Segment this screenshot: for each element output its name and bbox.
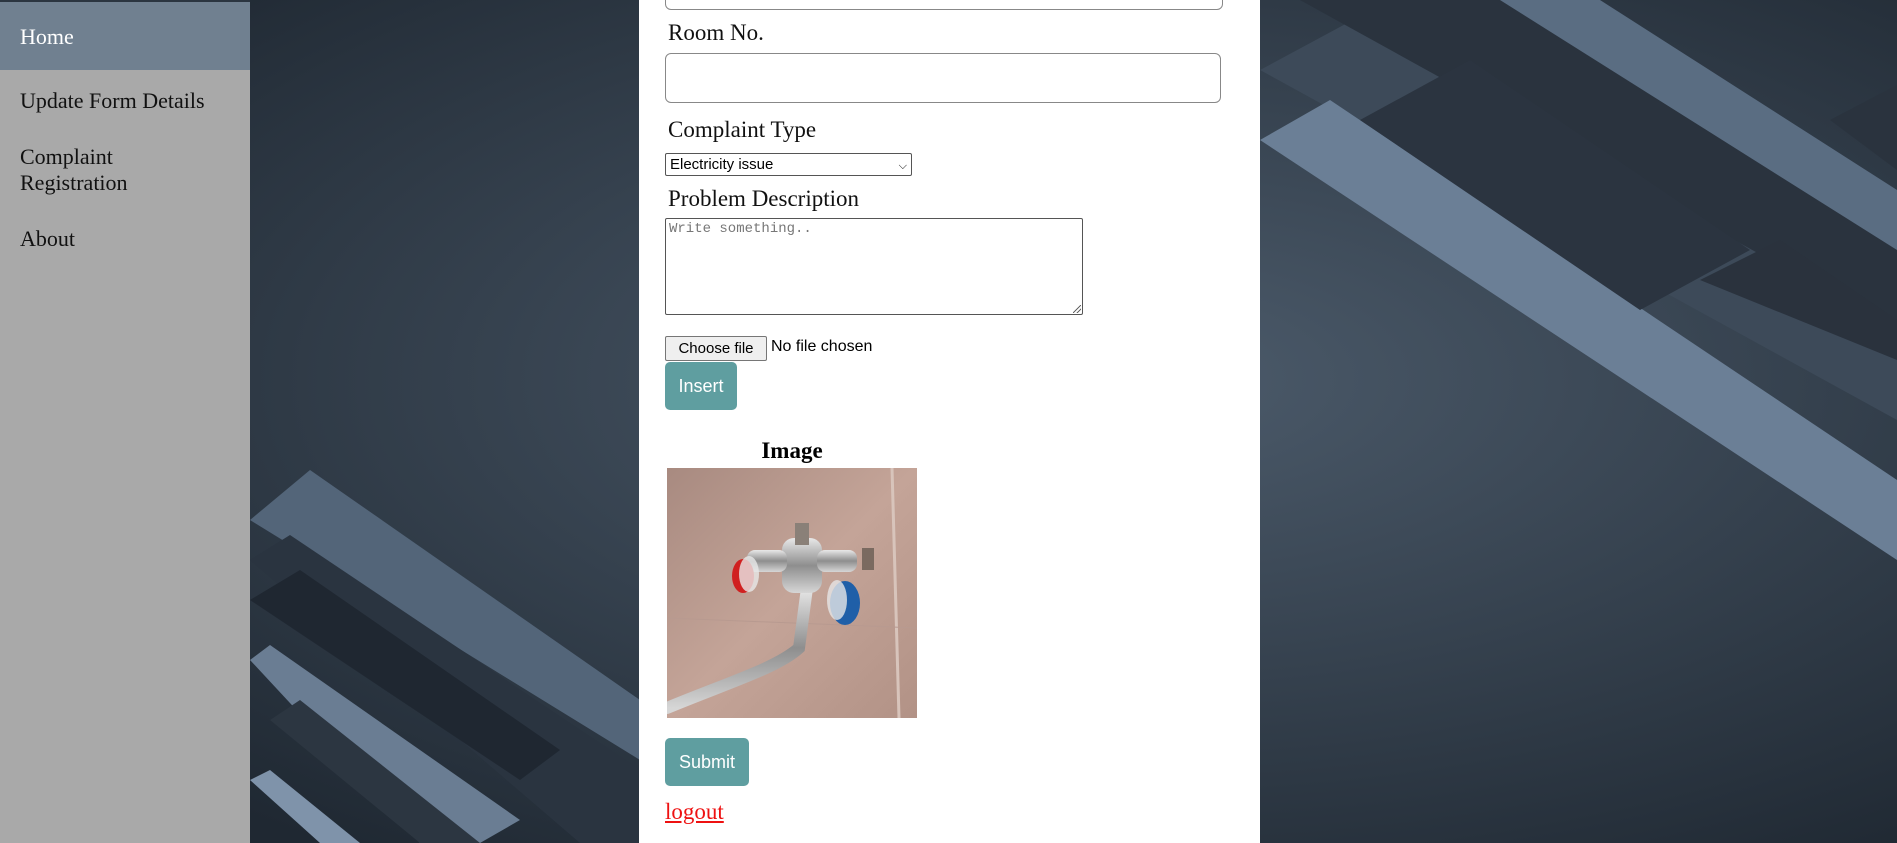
- complaint-form-panel: Room No. Complaint Type Electricity issu…: [639, 0, 1260, 843]
- problem-description-placeholder: Write something..: [669, 221, 812, 237]
- submit-button[interactable]: Submit: [665, 738, 749, 786]
- room-no-input[interactable]: [665, 53, 1221, 103]
- resize-handle-icon[interactable]: [1073, 305, 1081, 313]
- sidebar-item-home[interactable]: Home: [0, 0, 250, 70]
- room-no-label: Room No.: [668, 20, 764, 45]
- complaint-type-label: Complaint Type: [668, 117, 817, 142]
- sidebar-item-update-form-details[interactable]: Update Form Details: [0, 88, 250, 114]
- choose-file-button[interactable]: Choose file: [665, 336, 767, 361]
- chevron-down-icon: ⌵: [898, 160, 907, 172]
- sidebar-item-complaint-registration[interactable]: Complaint Registration: [0, 144, 200, 196]
- complaint-type-value: Electricity issue: [670, 156, 774, 173]
- file-status-text: No file chosen: [771, 338, 873, 355]
- logout-link[interactable]: logout: [665, 799, 724, 825]
- problem-description-textarea[interactable]: Write something..: [665, 218, 1083, 315]
- image-heading: Image: [761, 438, 823, 463]
- previous-field-input[interactable]: [665, 0, 1223, 10]
- sidebar-item-about[interactable]: About: [0, 226, 250, 252]
- problem-description-label: Problem Description: [668, 186, 859, 211]
- insert-button[interactable]: Insert: [665, 362, 737, 410]
- complaint-type-select[interactable]: Electricity issue ⌵: [665, 153, 912, 176]
- complaint-image: [667, 468, 917, 718]
- sidebar: Home Update Form Details Complaint Regis…: [0, 0, 250, 843]
